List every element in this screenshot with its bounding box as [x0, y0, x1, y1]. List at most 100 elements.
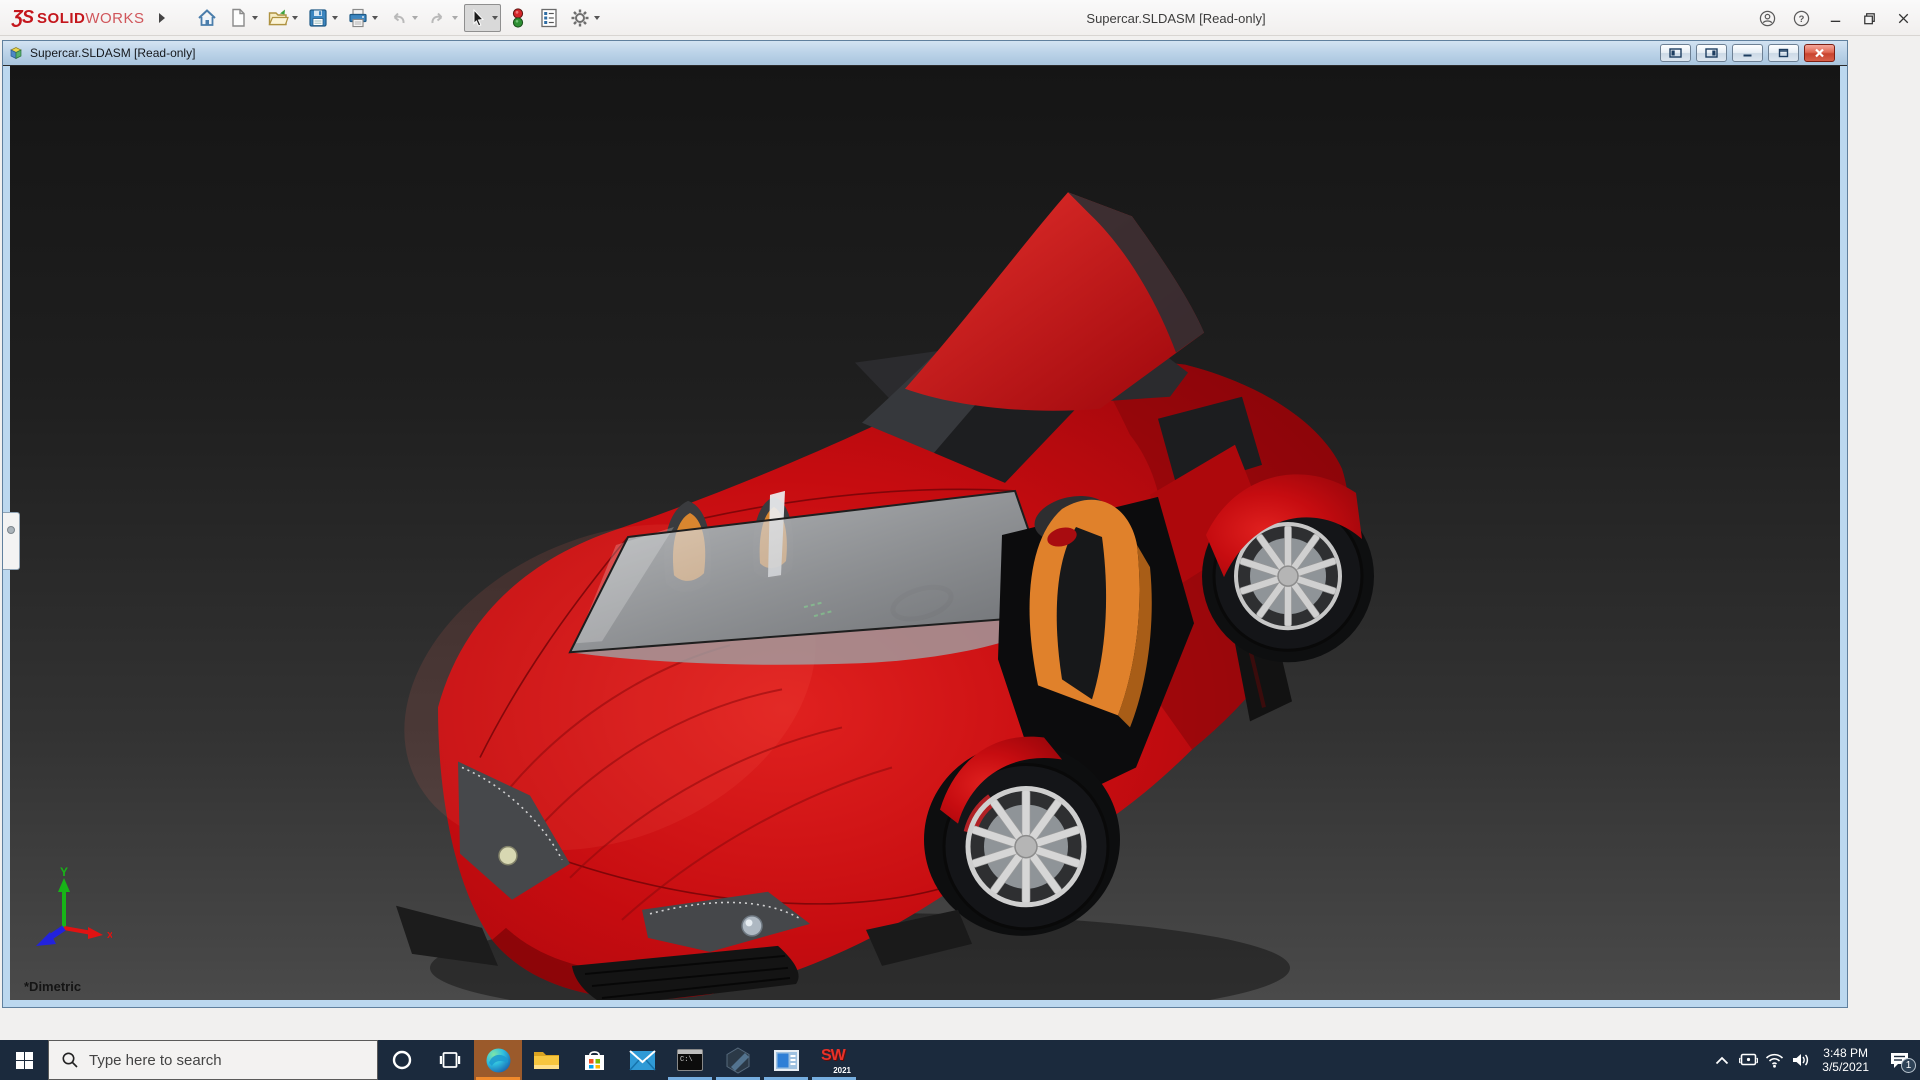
start-button[interactable] [0, 1040, 48, 1080]
options-button[interactable] [566, 4, 603, 32]
quick-access-toolbar [193, 3, 603, 32]
windows-logo-icon [15, 1051, 33, 1069]
restore-icon [1863, 12, 1875, 24]
task-view-icon [439, 1052, 461, 1068]
close-icon [1815, 48, 1824, 58]
logo-solid-text: SOLID [37, 10, 86, 27]
restore-icon [1778, 48, 1789, 58]
system-tray: 3:48 PM 3/5/2021 1 [1709, 1040, 1920, 1080]
close-icon [1898, 13, 1908, 23]
account-icon [1759, 10, 1775, 26]
taskbar-app-edrawings[interactable] [714, 1040, 762, 1080]
new-document-button[interactable] [224, 4, 261, 32]
minimize-button[interactable] [1818, 1, 1852, 35]
document-title: Supercar.SLDASM [Read-only] [30, 46, 196, 60]
media-app-icon [773, 1049, 799, 1071]
dropdown-arrow-icon[interactable] [593, 15, 600, 20]
graphics-viewport[interactable]: Y x *Dimetric [10, 66, 1840, 1000]
notification-badge: 1 [1901, 1058, 1916, 1073]
dropdown-arrow-icon[interactable] [331, 15, 338, 20]
rebuild-stoplight-icon [512, 7, 523, 28]
document-minimize-button[interactable] [1732, 44, 1763, 62]
options-gear-icon [571, 9, 589, 26]
svg-text:x: x [107, 929, 112, 941]
featuremanager-collapsed-tab[interactable] [3, 512, 20, 570]
document-titlebar[interactable]: Supercar.SLDASM [Read-only] [3, 41, 1847, 66]
help-button[interactable]: ? [1784, 1, 1818, 35]
tray-date: 3/5/2021 [1822, 1060, 1869, 1074]
supercar-model [396, 192, 1374, 1000]
cortana-button[interactable] [378, 1040, 426, 1080]
solidworks-logo: ƷS SOLID WORKS [12, 7, 145, 28]
app-titlebar: ƷS SOLID WORKS Supercar.SLDASM [Read-onl… [0, 0, 1920, 36]
rebuild-button[interactable] [504, 4, 532, 32]
open-button[interactable] [264, 4, 301, 32]
taskbar: Type here to search C:\ SW 2021 3:48 PM … [0, 1040, 1920, 1080]
clock[interactable]: 3:48 PM 3/5/2021 [1813, 1046, 1878, 1074]
menu-flyout-arrow-icon[interactable] [158, 12, 165, 23]
minimize-icon [1830, 20, 1840, 22]
taskbar-app-command-prompt[interactable]: C:\ [666, 1040, 714, 1080]
file-explorer-icon [533, 1052, 559, 1069]
print-icon [348, 8, 367, 27]
dropdown-arrow-icon[interactable] [491, 15, 498, 20]
ds-logo-mark: ƷS [12, 7, 34, 27]
orientation-triad: Y x [36, 866, 112, 946]
tray-overflow-chevron[interactable] [1709, 1040, 1735, 1080]
view-orientation-label: *Dimetric [24, 979, 82, 994]
taskbar-app-file-explorer[interactable] [522, 1040, 570, 1080]
document-close-button[interactable] [1804, 44, 1835, 62]
undo-icon [393, 12, 405, 23]
window-title: Supercar.SLDASM [Read-only] [1086, 10, 1266, 26]
mail-icon [628, 1049, 656, 1071]
file-properties-button[interactable] [535, 4, 563, 32]
close-button[interactable] [1886, 1, 1920, 35]
taskbar-app-mail[interactable] [618, 1040, 666, 1080]
document-restore-button[interactable] [1768, 44, 1799, 62]
account-button[interactable] [1750, 1, 1784, 35]
document-window: Supercar.SLDASM [Read-only] Y x *Dimetri… [2, 40, 1848, 1008]
tray-wifi[interactable] [1761, 1040, 1787, 1080]
home-button[interactable] [193, 4, 221, 32]
select-tool-button[interactable] [463, 3, 501, 32]
dropdown-arrow-icon[interactable] [251, 15, 258, 20]
command-prompt-icon: C:\ [677, 1049, 703, 1071]
tray-display-connect[interactable] [1735, 1040, 1761, 1080]
action-center-button[interactable]: 1 [1878, 1040, 1920, 1080]
redo-button[interactable] [424, 4, 461, 32]
assembly-icon [10, 47, 22, 60]
edrawings-hexagon-icon [726, 1046, 750, 1074]
taskbar-app-store[interactable] [570, 1040, 618, 1080]
show-right-pane-button[interactable] [1696, 44, 1727, 62]
show-left-pane-button[interactable] [1660, 44, 1691, 62]
task-view-button[interactable] [426, 1040, 474, 1080]
dropdown-arrow-icon[interactable] [371, 15, 378, 20]
taskbar-app-media[interactable] [762, 1040, 810, 1080]
undo-button[interactable] [384, 4, 421, 32]
chevron-up-icon [1716, 1056, 1729, 1064]
select-cursor-icon [473, 8, 484, 27]
window-controls: ? [1750, 0, 1920, 36]
pane-handle-dot-icon [7, 526, 15, 534]
minimize-icon [1743, 54, 1752, 57]
taskbar-app-solidworks[interactable]: SW 2021 [810, 1040, 858, 1080]
dropdown-arrow-icon[interactable] [411, 15, 418, 20]
store-icon [584, 1050, 604, 1070]
dropdown-arrow-icon[interactable] [291, 15, 298, 20]
tray-volume[interactable] [1787, 1040, 1813, 1080]
print-button[interactable] [344, 4, 381, 32]
svg-text:?: ? [1798, 13, 1804, 24]
taskbar-app-edge[interactable] [474, 1040, 522, 1080]
save-button[interactable] [304, 4, 341, 32]
search-icon [62, 1052, 78, 1068]
dropdown-arrow-icon[interactable] [451, 15, 458, 20]
restore-button[interactable] [1852, 1, 1886, 35]
cortana-icon [392, 1050, 412, 1070]
new-document-icon [231, 8, 245, 27]
taskbar-search-input[interactable]: Type here to search [48, 1040, 378, 1080]
save-icon [308, 8, 327, 27]
edge-icon [486, 1048, 510, 1072]
left-pane-icon [1669, 48, 1682, 58]
svg-text:Y: Y [60, 866, 68, 879]
wifi-icon [1765, 1053, 1783, 1068]
